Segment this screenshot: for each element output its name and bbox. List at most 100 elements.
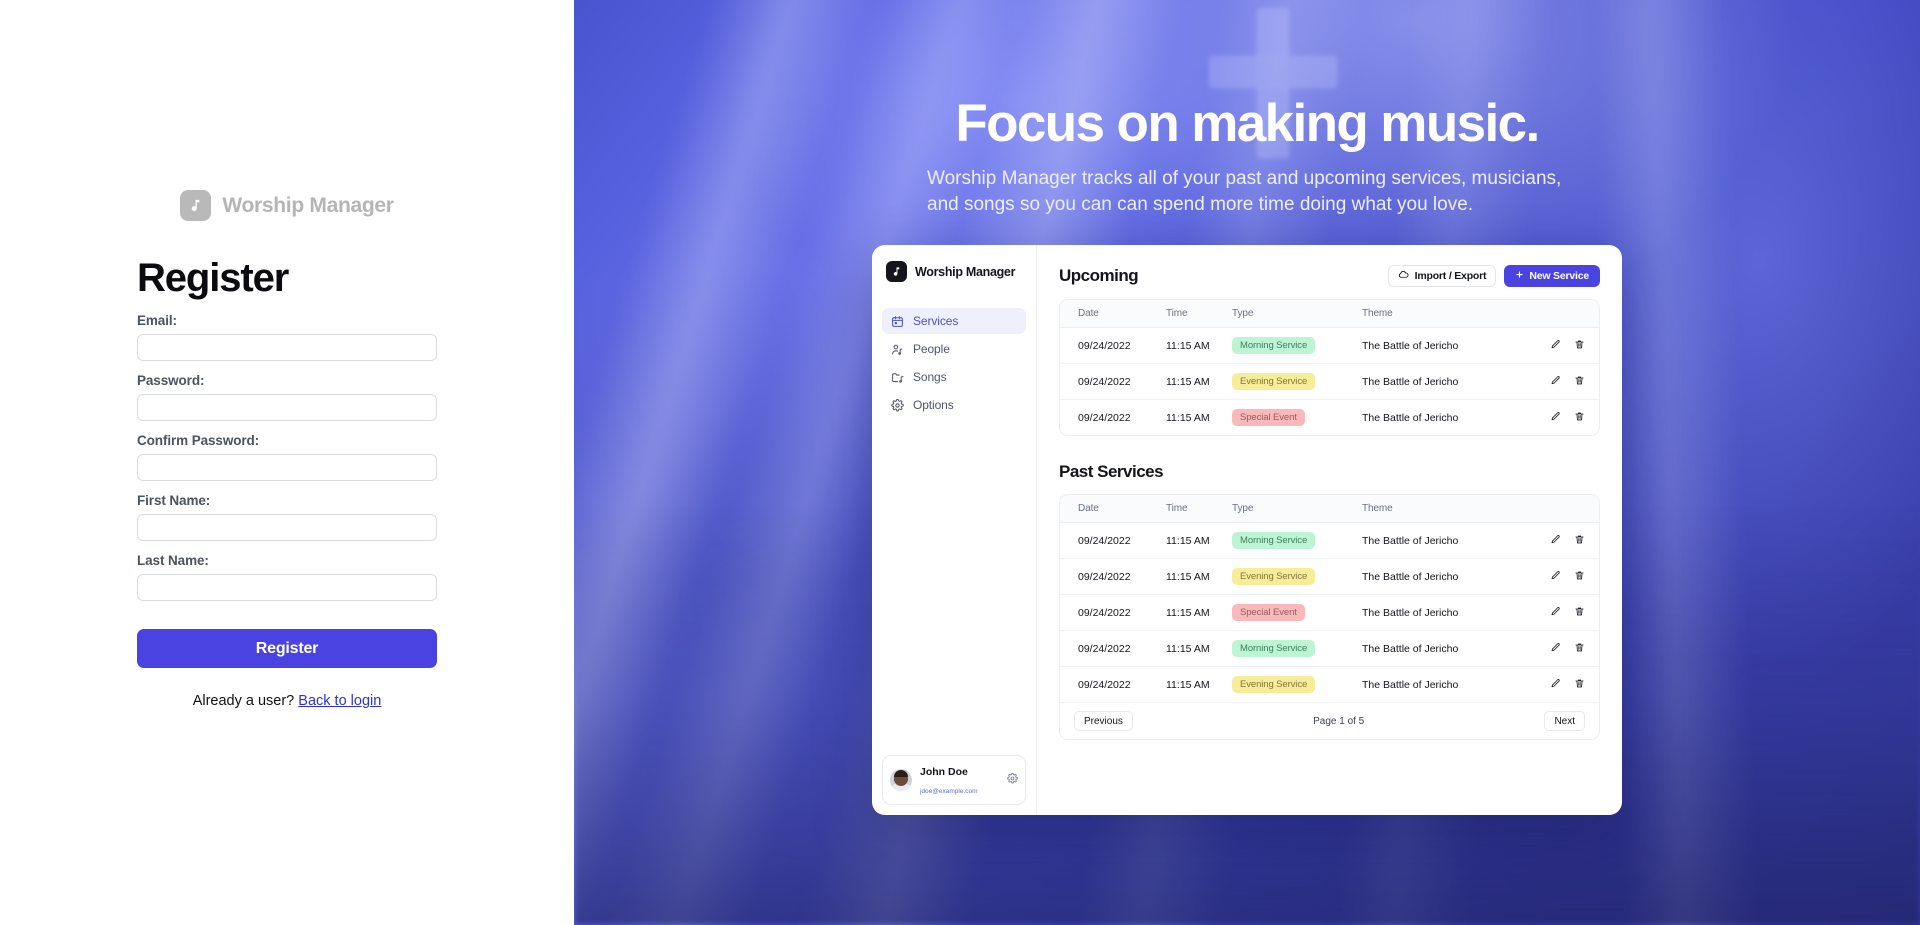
app-main: Upcoming Import / Export New Service Dat…: [1037, 245, 1622, 815]
email-input[interactable]: [137, 334, 437, 361]
user-email: jdoe@example.com: [920, 788, 978, 795]
form-field-email: Email:: [137, 313, 437, 361]
column-header-actions: [1537, 495, 1599, 523]
cell-date: 09/24/2022: [1060, 327, 1166, 364]
plus-icon: [1515, 270, 1524, 282]
past-services-table: Date Time Type Theme 09/24/2022 11:15 AM…: [1059, 494, 1600, 740]
register-button[interactable]: Register: [137, 629, 437, 668]
cell-time: 11:15 AM: [1166, 327, 1232, 364]
avatar: [890, 769, 912, 791]
table-header-row: Date Time Type Theme: [1060, 300, 1599, 328]
cell-theme: The Battle of Jericho: [1362, 558, 1537, 595]
user-name: John Doe: [920, 766, 968, 778]
cell-type: Morning Service: [1232, 327, 1362, 364]
status-badge: Morning Service: [1232, 640, 1316, 657]
cell-date: 09/24/2022: [1060, 630, 1166, 667]
table-row[interactable]: 09/24/2022 11:15 AM Evening Service The …: [1060, 363, 1599, 400]
table-header-row: Date Time Type Theme: [1060, 495, 1599, 523]
app-sidebar: Worship Manager Services People Songs Op…: [872, 245, 1037, 815]
form-field-last-name: Last Name:: [137, 553, 437, 601]
pencil-icon[interactable]: [1550, 678, 1561, 692]
auth-brand: Worship Manager: [137, 190, 437, 221]
pencil-icon[interactable]: [1550, 411, 1561, 425]
cell-theme: The Battle of Jericho: [1362, 327, 1537, 364]
cell-date: 09/24/2022: [1060, 594, 1166, 631]
folder-music-icon: [891, 371, 904, 384]
page-status: Page 1 of 5: [1313, 715, 1365, 727]
status-badge: Evening Service: [1232, 568, 1316, 585]
app-nav: Services People Songs Options: [882, 308, 1026, 418]
cell-theme: The Battle of Jericho: [1362, 630, 1537, 667]
trash-icon[interactable]: [1574, 678, 1585, 692]
status-badge: Morning Service: [1232, 532, 1316, 549]
sidebar-item-label: Services: [913, 314, 959, 328]
back-to-login-link[interactable]: Back to login: [298, 693, 381, 709]
last-name-input[interactable]: [137, 574, 437, 601]
form-field-first-name: First Name:: [137, 493, 437, 541]
cell-date: 09/24/2022: [1060, 522, 1166, 559]
pencil-icon[interactable]: [1550, 570, 1561, 584]
gear-icon: [891, 398, 904, 412]
hero-panel: Focus on making music. Worship Manager t…: [574, 0, 1920, 925]
trash-icon[interactable]: [1574, 570, 1585, 584]
sidebar-item-options[interactable]: Options: [882, 392, 1026, 418]
trash-icon[interactable]: [1574, 606, 1585, 620]
cell-actions: [1537, 594, 1599, 631]
gear-icon[interactable]: [1007, 771, 1018, 789]
pencil-icon[interactable]: [1550, 375, 1561, 389]
upcoming-title: Upcoming: [1059, 266, 1139, 285]
status-badge: Morning Service: [1232, 337, 1316, 354]
trash-icon[interactable]: [1574, 642, 1585, 656]
cell-actions: [1537, 363, 1599, 400]
next-page-button[interactable]: Next: [1544, 711, 1585, 731]
table-row[interactable]: 09/24/2022 11:15 AM Morning Service The …: [1060, 630, 1599, 667]
confirm-password-input[interactable]: [137, 454, 437, 481]
new-service-button[interactable]: New Service: [1504, 265, 1600, 287]
table-row[interactable]: 09/24/2022 11:15 AM Evening Service The …: [1060, 667, 1599, 703]
cell-actions: [1537, 630, 1599, 667]
login-prompt: Already a user? Back to login: [137, 693, 437, 709]
login-prompt-text: Already a user?: [192, 693, 295, 709]
trash-icon[interactable]: [1574, 339, 1585, 353]
table-row[interactable]: 09/24/2022 11:15 AM Morning Service The …: [1060, 522, 1599, 559]
cell-theme: The Battle of Jericho: [1362, 411, 1459, 424]
cell-time: 11:15 AM: [1166, 411, 1210, 424]
pencil-icon[interactable]: [1550, 606, 1561, 620]
cell-date: 09/24/2022: [1078, 411, 1131, 424]
cell-date: 09/24/2022: [1078, 678, 1131, 691]
password-input[interactable]: [137, 394, 437, 421]
cell-type: Morning Service: [1232, 522, 1362, 559]
trash-icon[interactable]: [1574, 375, 1585, 389]
table-row[interactable]: 09/24/2022 11:15 AM Special Event The Ba…: [1060, 594, 1599, 631]
column-header-date: Date: [1060, 300, 1166, 328]
cell-actions: [1537, 522, 1599, 559]
first-name-input[interactable]: [137, 514, 437, 541]
import-export-label: Import / Export: [1414, 270, 1487, 282]
trash-icon[interactable]: [1574, 411, 1585, 425]
app-preview-card: Worship Manager Services People Songs Op…: [872, 245, 1622, 815]
table-row[interactable]: 09/24/2022 11:15 AM Special Event The Ba…: [1060, 400, 1599, 436]
pencil-icon[interactable]: [1550, 642, 1561, 656]
sidebar-item-people[interactable]: People: [882, 336, 1026, 362]
user-profile-card[interactable]: John Doe jdoe@example.com: [882, 755, 1026, 805]
status-badge: Special Event: [1232, 604, 1305, 621]
password-label: Password:: [137, 373, 205, 388]
trash-icon[interactable]: [1574, 534, 1585, 548]
import-export-button[interactable]: Import / Export: [1387, 265, 1497, 287]
table-row[interactable]: 09/24/2022 11:15 AM Morning Service The …: [1060, 327, 1599, 364]
music-note-icon: [180, 190, 212, 221]
sidebar-item-label: Songs: [913, 370, 947, 384]
cell-actions: [1537, 667, 1599, 703]
table-row[interactable]: 09/24/2022 11:15 AM Evening Service The …: [1060, 558, 1599, 595]
app-brand-name: Worship Manager: [915, 264, 1016, 279]
sidebar-item-services[interactable]: Services: [882, 308, 1026, 334]
column-header-theme: Theme: [1362, 495, 1537, 523]
pagination: Previous Page 1 of 5 Next: [1060, 702, 1599, 739]
pencil-icon[interactable]: [1550, 339, 1561, 353]
cell-time: 11:15 AM: [1166, 594, 1232, 631]
form-field-password: Password:: [137, 373, 437, 421]
music-note-icon: [886, 261, 907, 282]
previous-page-button[interactable]: Previous: [1074, 711, 1133, 731]
sidebar-item-songs[interactable]: Songs: [882, 364, 1026, 390]
pencil-icon[interactable]: [1550, 534, 1561, 548]
